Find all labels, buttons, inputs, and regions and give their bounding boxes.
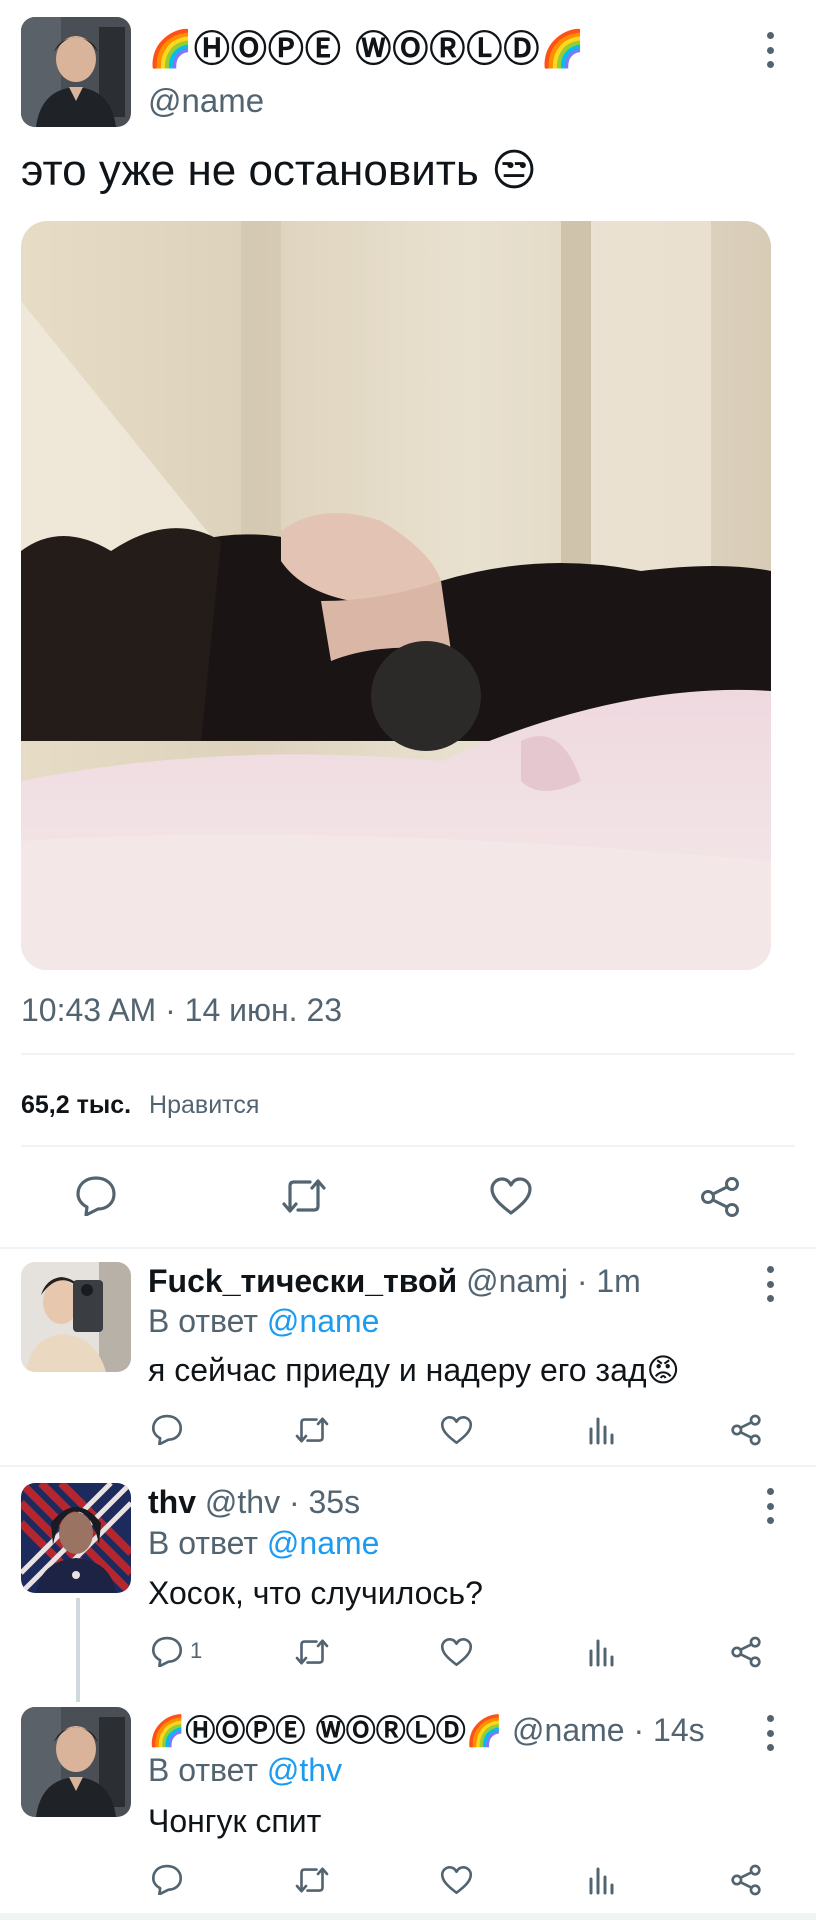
share-button[interactable] — [730, 1414, 762, 1446]
reply-to-mention[interactable]: @thv — [267, 1752, 342, 1788]
like-button[interactable] — [489, 1176, 533, 1216]
reply-to-line: В ответ @thv — [148, 1750, 342, 1790]
like-button[interactable] — [440, 1637, 473, 1667]
retweet-button[interactable] — [294, 1865, 330, 1895]
retweet-button[interactable] — [294, 1415, 330, 1445]
retweet-icon — [295, 1417, 329, 1443]
main-tweet: 🌈ⒽⓄⓅⒺ ⓌⓄⓇⓁⒹ🌈 @name это уже не остановить… — [0, 0, 816, 1248]
share-icon — [731, 1636, 761, 1668]
reply-icon — [151, 1636, 183, 1667]
reply-avatar[interactable] — [21, 1707, 131, 1817]
reply-display-name[interactable]: Fuck_тически_твой — [148, 1263, 457, 1299]
reply-tweet: thv @thv · 35s В ответ @name Хосок, что … — [0, 1468, 816, 1688]
more-options-icon[interactable] — [762, 1488, 778, 1524]
tweet-text: это уже не остановить 😒 — [21, 146, 537, 195]
reply-display-name[interactable]: 🌈ⒽⓄⓅⒺ ⓌⓄⓇⓁⒹ🌈 — [148, 1714, 503, 1749]
share-button[interactable] — [730, 1864, 762, 1896]
likes-summary[interactable]: 65,2 тыс. Нравится — [21, 1085, 259, 1125]
like-button[interactable] — [440, 1865, 473, 1895]
reply-display-name[interactable]: thv — [148, 1484, 196, 1520]
divider — [21, 1053, 795, 1055]
author-display-name[interactable]: 🌈ⒽⓄⓅⒺ ⓌⓄⓇⓁⒹ🌈 — [148, 28, 586, 72]
reply-text: Хосок, что случилось? — [148, 1575, 483, 1611]
reply-to-label: В ответ — [148, 1303, 259, 1339]
tweet-photo[interactable] — [21, 221, 771, 970]
reply-icon — [151, 1864, 183, 1895]
reply-text: я сейчас приеду и надеру его зад😡 — [148, 1352, 680, 1388]
author-avatar[interactable] — [21, 17, 131, 127]
views-button[interactable] — [588, 1865, 616, 1895]
reply-tweet: Fuck_тически_твой @namj · 1m В ответ @na… — [0, 1250, 816, 1465]
thread-connector — [76, 1598, 80, 1702]
views-icon — [589, 1417, 614, 1445]
retweet-icon — [295, 1867, 329, 1893]
divider — [0, 1465, 816, 1467]
reply-button[interactable] — [74, 1174, 118, 1216]
reply-tweet: 🌈ⒽⓄⓅⒺ ⓌⓄⓇⓁⒹ🌈 @name · 14s В ответ @thv Чо… — [0, 1690, 816, 1913]
reply-handle[interactable]: @namj — [466, 1263, 568, 1299]
reply-icon — [76, 1176, 116, 1216]
reply-to-line: В ответ @name — [148, 1523, 379, 1563]
share-icon — [731, 1864, 761, 1896]
reply-to-label: В ответ — [148, 1752, 259, 1788]
more-options-icon[interactable] — [762, 1715, 778, 1751]
divider — [21, 1145, 795, 1147]
reply-to-mention[interactable]: @name — [267, 1303, 380, 1339]
divider — [0, 1913, 816, 1920]
like-icon — [440, 1865, 473, 1895]
like-icon — [440, 1415, 473, 1445]
reply-count: 1 — [190, 1638, 203, 1663]
like-icon — [490, 1177, 532, 1215]
more-options-icon[interactable] — [762, 1266, 778, 1302]
reply-button[interactable]: 1 — [150, 1635, 202, 1667]
reply-icon — [151, 1414, 183, 1445]
retweet-icon — [295, 1639, 329, 1665]
likes-label: Нравится — [149, 1090, 260, 1119]
views-button[interactable] — [588, 1415, 616, 1445]
reply-header: 🌈ⒽⓄⓅⒺ ⓌⓄⓇⓁⒹ🌈 @name · 14s — [148, 1710, 705, 1752]
share-icon — [731, 1414, 761, 1446]
reply-header: thv @thv · 35s — [148, 1482, 360, 1522]
retweet-button[interactable] — [280, 1176, 328, 1216]
share-button[interactable] — [699, 1176, 741, 1218]
likes-count: 65,2 тыс. — [21, 1090, 132, 1119]
reply-handle[interactable]: @name — [512, 1712, 625, 1748]
share-button[interactable] — [730, 1636, 762, 1668]
retweet-button[interactable] — [294, 1637, 330, 1667]
reply-button[interactable] — [150, 1863, 184, 1895]
retweet-icon — [282, 1179, 326, 1213]
divider — [0, 1247, 816, 1249]
reply-button[interactable] — [150, 1413, 184, 1445]
reply-text: Чонгук спит — [148, 1803, 322, 1839]
reply-header: Fuck_тически_твой @namj · 1m — [148, 1261, 641, 1301]
like-icon — [440, 1637, 473, 1667]
reply-to-label: В ответ — [148, 1525, 259, 1561]
reply-time[interactable]: · 1m — [577, 1263, 641, 1299]
reply-handle[interactable]: @thv — [205, 1484, 280, 1520]
reply-avatar[interactable] — [21, 1262, 131, 1372]
like-button[interactable] — [440, 1415, 473, 1445]
tweet-timestamp[interactable]: 10:43 AM · 14 июн. 23 — [21, 990, 342, 1030]
share-icon — [701, 1177, 739, 1217]
reply-time[interactable]: · 35s — [289, 1484, 360, 1520]
views-icon — [589, 1867, 614, 1895]
views-icon — [589, 1639, 614, 1667]
more-options-icon[interactable] — [762, 32, 778, 68]
reply-to-line: В ответ @name — [148, 1301, 379, 1341]
author-handle[interactable]: @name — [148, 80, 264, 122]
reply-time[interactable]: · 14s — [633, 1712, 704, 1748]
reply-to-mention[interactable]: @name — [267, 1525, 380, 1561]
views-button[interactable] — [588, 1637, 616, 1667]
reply-avatar[interactable] — [21, 1483, 131, 1593]
